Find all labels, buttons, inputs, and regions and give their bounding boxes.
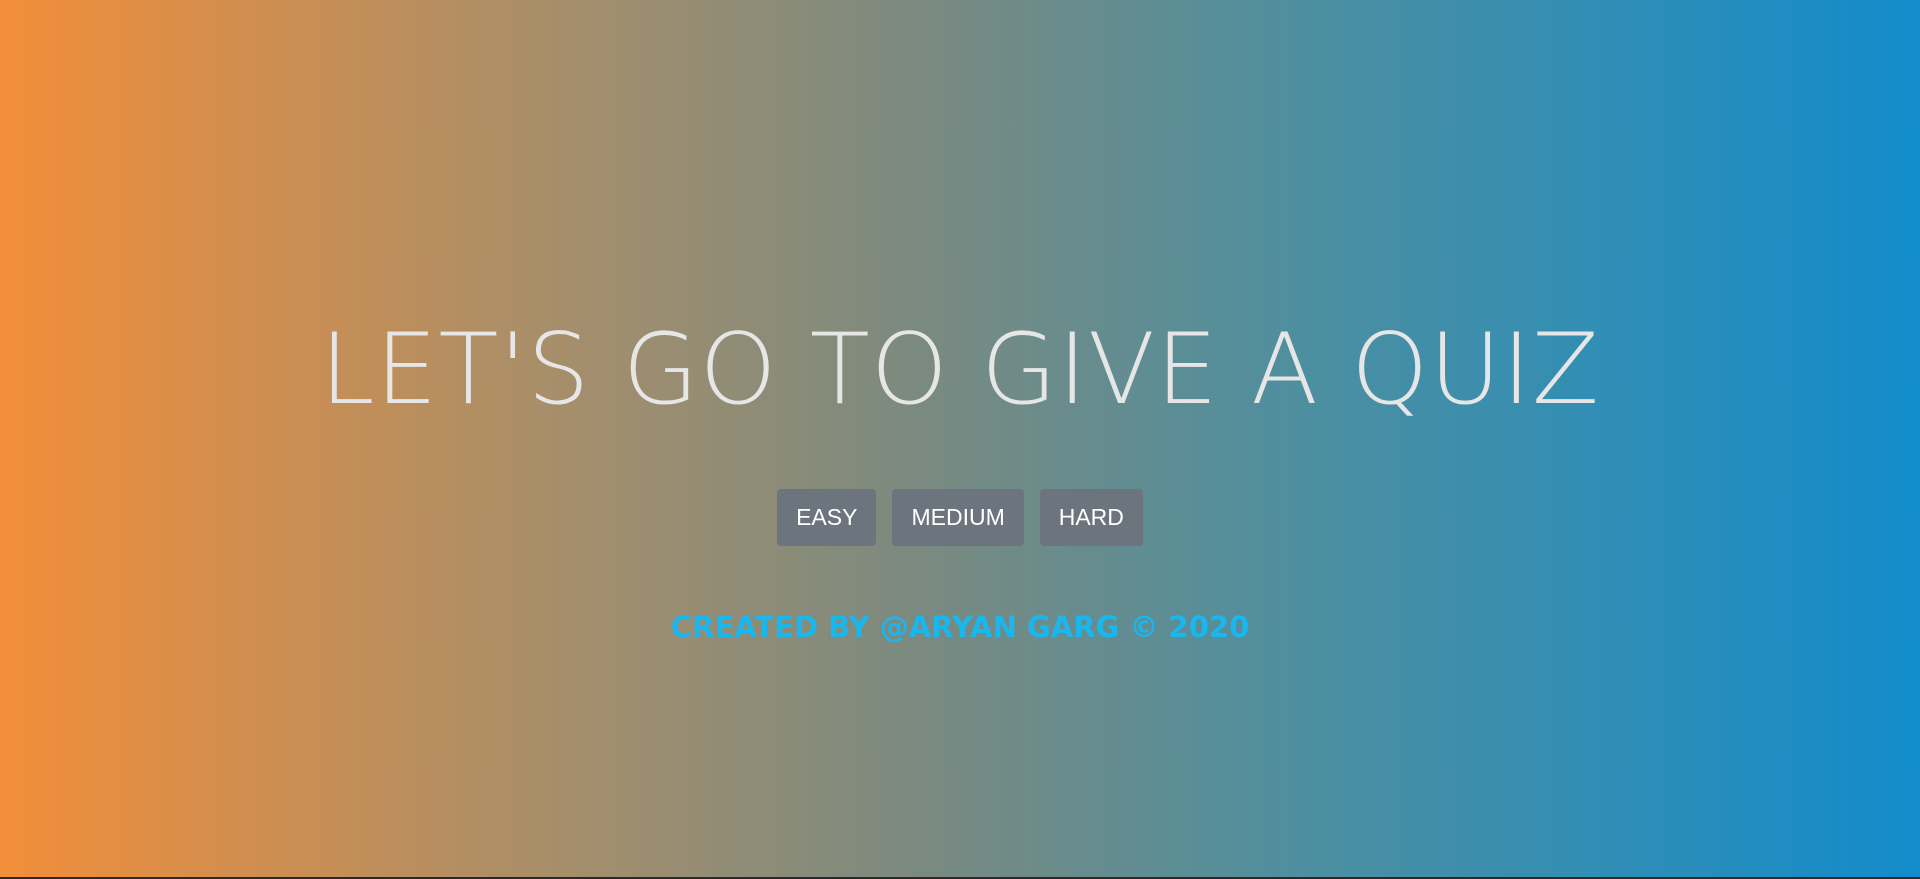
medium-button[interactable]: MEDIUM (892, 489, 1024, 546)
easy-button[interactable]: EASY (777, 489, 877, 546)
page-title: LET'S GO TO GIVE A QUIZ (319, 313, 1601, 427)
footer-credit: CREATED BY @ARYAN GARG © 2020 (670, 610, 1250, 644)
difficulty-button-group: EASY MEDIUM HARD (0, 489, 1920, 546)
hard-button[interactable]: HARD (1039, 489, 1143, 546)
page-background: LET'S GO TO GIVE A QUIZ EASY MEDIUM HARD… (0, 0, 1920, 879)
